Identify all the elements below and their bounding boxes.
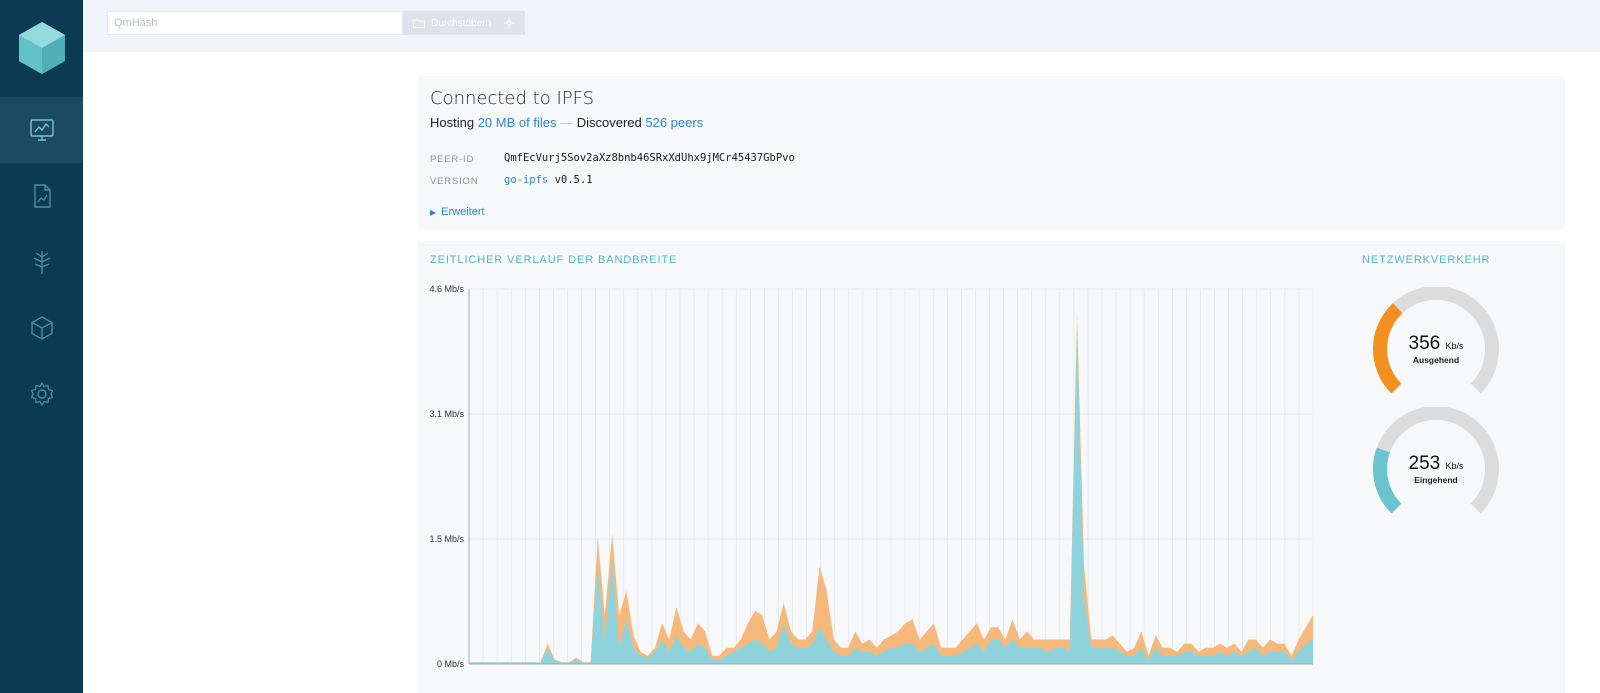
y-tick-label: 0 Mb/s [437, 659, 465, 669]
folder-icon [413, 19, 425, 28]
peers-link[interactable]: 526 peers [645, 115, 703, 130]
gear-icon [30, 382, 53, 406]
bandwidth-history-title: ZEITLICHER VERLAUF DER BANDBREITE [430, 254, 678, 266]
sidebar-item-files[interactable] [0, 163, 83, 229]
sidebar-item-status[interactable] [0, 97, 83, 163]
disclosure-triangle-icon: ▶ [430, 207, 437, 217]
y-tick-label: 3.1 Mb/s [429, 409, 464, 419]
peer-id-label: PEER-ID [430, 154, 475, 165]
sidebar-item-settings[interactable] [0, 361, 83, 427]
discovered-prefix: Discovered [576, 115, 642, 130]
connection-summary: Hosting 20 MB of files — Discovered 526 … [430, 115, 703, 130]
bandwidth-chart: 4.6 Mb/s 3.1 Mb/s 1.5 Mb/s 0 Mb/s [429, 284, 1314, 669]
bandwidth-panel: ZEITLICHER VERLAUF DER BANDBREITE NETZWE… [418, 241, 1565, 693]
incoming-unit: Kb/s [1445, 461, 1464, 471]
version-value: go-ipfs v0.5.1 [504, 174, 593, 186]
sidebar-item-peers[interactable] [0, 295, 83, 361]
browse-button-label: Durchstöbern [431, 17, 492, 29]
connection-title: Connected to IPFS [430, 88, 595, 109]
ipld-tree-icon [33, 251, 50, 274]
browse-button[interactable]: Durchstöbern [403, 11, 525, 35]
hash-search-input[interactable] [107, 11, 403, 35]
document-icon [33, 184, 51, 208]
ipfs-logo[interactable] [0, 0, 83, 95]
outgoing-value: 356 [1408, 333, 1441, 354]
y-tick-label: 4.6 Mb/s [429, 284, 464, 294]
connection-panel: Connected to IPFS Hosting 20 MB of files… [418, 76, 1565, 229]
incoming-value-line: 253 Kb/s [1366, 453, 1506, 475]
hosting-link[interactable]: 20 MB of files [478, 115, 557, 130]
version-label: VERSION [430, 176, 479, 187]
outgoing-label: Ausgehend [1412, 355, 1460, 365]
version-number: v0.5.1 [554, 174, 593, 186]
peer-id-value: QmfEcVurj5Sov2aXz8bnb46SRxXdUhx9jMCr4543… [504, 152, 795, 164]
network-traffic-title: NETZWERKVERKEHR [1362, 254, 1491, 266]
incoming-gauge: 253 Kb/s Eingehend [1366, 407, 1506, 517]
outgoing-value-line: 356 Kb/s [1366, 333, 1506, 355]
incoming-value: 253 [1408, 453, 1441, 474]
sidebar [0, 0, 83, 693]
advanced-label: Erweitert [441, 206, 485, 218]
ipfs-path-icon [503, 17, 515, 29]
incoming-label: Eingehend [1414, 475, 1458, 485]
y-tick-label: 1.5 Mb/s [429, 534, 464, 544]
version-impl-link[interactable]: go-ipfs [504, 174, 548, 186]
sidebar-item-explore[interactable] [0, 229, 83, 295]
outgoing-gauge: 356 Kb/s Ausgehend [1366, 287, 1506, 397]
cube-icon [30, 316, 53, 340]
outgoing-unit: Kb/s [1445, 341, 1464, 351]
hosting-prefix: Hosting [430, 115, 475, 130]
monitor-chart-icon [29, 119, 54, 141]
advanced-toggle[interactable]: ▶ Erweitert [430, 206, 485, 218]
summary-separator: — [560, 115, 574, 130]
